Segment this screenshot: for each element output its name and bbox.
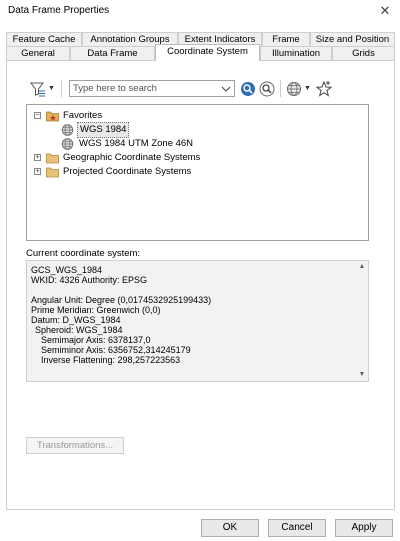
current-coordinate-system-label: Current coordinate system: — [26, 248, 141, 259]
search-fields-icon[interactable] — [258, 80, 276, 98]
tree-item-geographic-coordinate-systems[interactable]: + Geographic Coordinate Systems — [27, 151, 367, 165]
tab-general[interactable]: General — [6, 46, 70, 60]
detail-line: Prime Meridian: Greenwich (0,0) — [31, 305, 161, 315]
cancel-button[interactable]: Cancel — [268, 519, 326, 537]
filter-dropdown-arrow[interactable]: ▼ — [48, 85, 55, 92]
folder-icon — [46, 167, 59, 178]
tree-item-label: Favorites — [63, 110, 103, 121]
search-box[interactable] — [69, 80, 235, 97]
tree-item-favorites[interactable]: − Favorites — [27, 109, 367, 123]
detail-line: WKID: 4326 Authority: EPSG — [31, 275, 148, 285]
title-bar: Data Frame Properties ✕ — [0, 0, 400, 22]
scroll-down-icon[interactable]: ▼ — [357, 371, 367, 381]
detail-line: Spheroid: WGS_1984 — [35, 325, 123, 335]
search-icon[interactable] — [239, 80, 257, 98]
filter-icon[interactable] — [29, 80, 47, 98]
globe-icon — [61, 124, 74, 136]
tab-coordinate-system[interactable]: Coordinate System — [155, 44, 260, 61]
tree-item-projected-coordinate-systems[interactable]: + Projected Coordinate Systems — [27, 165, 367, 179]
tab-size-and-position[interactable]: Size and Position — [310, 32, 395, 46]
globe-icon[interactable] — [285, 80, 303, 98]
tab-illumination[interactable]: Illumination — [260, 46, 332, 60]
search-input[interactable] — [70, 81, 218, 96]
detail-line: Angular Unit: Degree (0,0174532925199433… — [31, 295, 212, 305]
folder-icon — [46, 153, 59, 164]
favorites-folder-icon — [46, 111, 59, 122]
close-icon[interactable]: ✕ — [376, 2, 394, 20]
tree-item-label: Projected Coordinate Systems — [63, 166, 192, 177]
tree-item-label: WGS 1984 — [77, 122, 130, 138]
tab-grids[interactable]: Grids — [332, 46, 395, 60]
tree-item-label: Geographic Coordinate Systems — [63, 152, 201, 163]
details-scrollbar[interactable]: ▲ ▼ — [356, 261, 368, 381]
tree-item-label: WGS 1984 UTM Zone 46N — [79, 138, 194, 149]
tree-item-wgs-1984[interactable]: WGS 1984 — [27, 122, 367, 138]
coordinate-system-tree[interactable]: − Favorites WGS 1984 WGS 1984 UTM Zone 4… — [26, 104, 369, 241]
globe-icon — [61, 138, 74, 150]
tab-data-frame[interactable]: Data Frame — [70, 46, 155, 60]
expand-icon[interactable]: + — [34, 168, 41, 175]
scroll-up-icon[interactable]: ▲ — [357, 263, 367, 273]
collapse-icon[interactable]: − — [34, 112, 41, 119]
tab-frame[interactable]: Frame — [262, 32, 310, 46]
toolbar-separator — [280, 80, 281, 97]
ok-button[interactable]: OK — [201, 519, 259, 537]
detail-line: Datum: D_WGS_1984 — [31, 315, 121, 325]
tree-item-wgs-1984-utm-zone-46n[interactable]: WGS 1984 UTM Zone 46N — [27, 137, 367, 151]
coordinate-system-details[interactable]: GCS_WGS_1984 WKID: 4326 Authority: EPSG … — [26, 260, 369, 382]
tab-feature-cache[interactable]: Feature Cache — [6, 32, 82, 46]
add-favorite-icon[interactable] — [315, 80, 333, 98]
detail-line: GCS_WGS_1984 — [31, 265, 103, 275]
detail-line: Inverse Flattening: 298,257223563 — [41, 355, 181, 365]
toolbar-separator — [61, 80, 62, 97]
globe-dropdown-arrow[interactable]: ▼ — [304, 85, 311, 92]
chevron-down-icon[interactable] — [221, 84, 231, 94]
detail-line: Semimajor Axis: 6378137,0 — [41, 335, 151, 345]
detail-line: Semiminor Axis: 6356752,314245179 — [41, 345, 191, 355]
transformations-button: Transformations... — [26, 437, 124, 454]
apply-button[interactable]: Apply — [335, 519, 393, 537]
expand-icon[interactable]: + — [34, 154, 41, 161]
window-title: Data Frame Properties — [8, 5, 110, 16]
